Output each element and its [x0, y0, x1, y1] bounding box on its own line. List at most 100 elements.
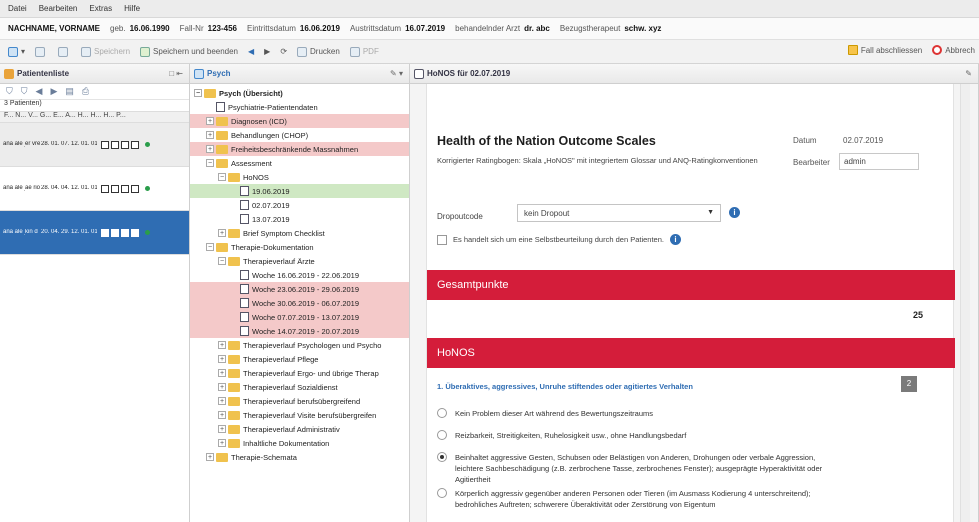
- next-icon[interactable]: ▶: [50, 86, 57, 97]
- answer-option[interactable]: Beinhaltet aggressive Gesten, Schubsen o…: [437, 452, 837, 485]
- dropout-label: Dropoutcode: [437, 212, 483, 221]
- tree-item[interactable]: + Therapieverlauf Administrativ: [190, 422, 409, 436]
- cancel-button[interactable]: Abbrech: [932, 45, 975, 55]
- expand-icon[interactable]: −: [206, 243, 214, 251]
- self-assessment-checkbox[interactable]: Es handelt sich um eine Selbstbeurteilun…: [437, 234, 681, 245]
- filter-clear-icon[interactable]: ⛉: [21, 86, 28, 97]
- menu-bar: Datei Bearbeiten Extras Hilfe: [0, 0, 979, 18]
- tree-item[interactable]: − Therapie-Dokumentation: [190, 240, 409, 254]
- section-total: Gesamtpunkte: [427, 270, 955, 300]
- expand-icon[interactable]: −: [218, 257, 226, 265]
- expand-icon[interactable]: +: [218, 397, 226, 405]
- tree-item[interactable]: + Freiheitsbeschränkende Massnahmen: [190, 142, 409, 156]
- tree-settings-icon[interactable]: ✎ ▾: [390, 69, 403, 78]
- menu-extras[interactable]: Extras: [89, 4, 112, 13]
- expand-icon[interactable]: +: [218, 411, 226, 419]
- tree-item[interactable]: + Therapieverlauf Sozialdienst: [190, 380, 409, 394]
- print-button[interactable]: Drucken: [297, 46, 340, 57]
- radio-button[interactable]: [437, 452, 447, 462]
- expand-icon[interactable]: −: [206, 159, 214, 167]
- tree-item[interactable]: + Diagnosen (ICD): [190, 114, 409, 128]
- radio-button[interactable]: [437, 408, 447, 418]
- status-dot-icon: [145, 186, 150, 191]
- expand-icon[interactable]: +: [218, 355, 226, 363]
- tree-item[interactable]: Woche 16.06.2019 - 22.06.2019: [190, 268, 409, 282]
- tree-item[interactable]: + Therapieverlauf Visite berufsübergreife…: [190, 408, 409, 422]
- forward-button[interactable]: ▶: [264, 47, 270, 56]
- expand-icon[interactable]: +: [218, 341, 226, 349]
- patient-cell: ae rio r: [25, 185, 41, 191]
- tree-item[interactable]: Woche 23.06.2019 - 29.06.2019: [190, 282, 409, 296]
- edit-icon[interactable]: ✎: [965, 69, 972, 78]
- tree-item[interactable]: + Therapieverlauf berufsübergreifend: [190, 394, 409, 408]
- patient-row[interactable]: ana ale _T4 for RPS mul r_1 areer vre ch…: [0, 123, 189, 167]
- close-case-button[interactable]: Fall abschliessen: [847, 45, 922, 55]
- info-icon[interactable]: i: [669, 234, 681, 245]
- tree-item[interactable]: − HoNOS: [190, 170, 409, 184]
- filter-icon[interactable]: ⛉: [6, 86, 13, 97]
- expand-icon[interactable]: +: [218, 383, 226, 391]
- tree-item-label: Therapieverlauf Visite berufsübergreifen: [243, 410, 377, 420]
- tree-item[interactable]: + Therapieverlauf Pflege: [190, 352, 409, 366]
- tree-item[interactable]: + Therapieverlauf Ergo- und übrige Therap: [190, 366, 409, 380]
- answer-option[interactable]: Reizbarkeit, Streitigkeiten, Ruhelosigke…: [437, 430, 837, 441]
- expand-icon[interactable]: −: [218, 173, 226, 181]
- tree-item[interactable]: Psychiatrie-Patientendaten: [190, 100, 409, 114]
- folder-icon: [216, 130, 228, 140]
- tree-item[interactable]: + Therapie-Schemata: [190, 450, 409, 464]
- tree-item-label: Assessment: [231, 158, 272, 168]
- radio-button[interactable]: [437, 488, 447, 498]
- tree-item[interactable]: + Brief Symptom Checklist: [190, 226, 409, 240]
- cancel-icon: [932, 45, 943, 55]
- answer-option[interactable]: Körperlich aggressiv gegenüber anderen P…: [437, 488, 837, 510]
- prev-icon[interactable]: ◀: [36, 86, 43, 97]
- save-close-button[interactable]: Speichern und beenden: [140, 46, 238, 57]
- tree-item[interactable]: + Inhaltliche Dokumentation: [190, 436, 409, 450]
- back-button[interactable]: ◀: [248, 47, 254, 56]
- copy-button[interactable]: [58, 46, 71, 57]
- tree-item[interactable]: 19.06.2019: [190, 184, 409, 198]
- tree-item[interactable]: + Therapieverlauf Psychologen und Psycho: [190, 338, 409, 352]
- menu-hilfe[interactable]: Hilfe: [124, 4, 140, 13]
- info-icon[interactable]: i: [729, 207, 740, 218]
- panel-toggle-icon[interactable]: □ ⇤: [169, 69, 183, 78]
- tree-item[interactable]: + Behandlungen (CHOP): [190, 128, 409, 142]
- tree-item[interactable]: Woche 07.07.2019 - 13.07.2019: [190, 310, 409, 324]
- new-doc-button[interactable]: [35, 46, 48, 57]
- tree-item[interactable]: Woche 14.07.2019 - 20.07.2019: [190, 324, 409, 338]
- tree-item[interactable]: − Psych (Übersicht): [190, 86, 409, 100]
- checkbox-box[interactable]: [437, 234, 447, 245]
- tree-item[interactable]: 13.07.2019: [190, 212, 409, 226]
- patient-cell: kin d: [25, 229, 38, 235]
- refresh-button[interactable]: ⟳: [280, 47, 287, 56]
- tree-item[interactable]: − Assessment: [190, 156, 409, 170]
- tree-item[interactable]: − Therapieverlauf Ärzte: [190, 254, 409, 268]
- expand-icon[interactable]: +: [218, 229, 226, 237]
- expand-icon[interactable]: +: [206, 145, 214, 153]
- scrollbar[interactable]: [960, 84, 970, 522]
- menu-datei[interactable]: Datei: [8, 4, 27, 13]
- pdf-button[interactable]: PDF: [349, 46, 379, 57]
- expand-icon[interactable]: +: [206, 131, 214, 139]
- tree-item-label: HoNOS: [243, 172, 269, 182]
- answer-option[interactable]: Kein Problem dieser Art während des Bewe…: [437, 408, 837, 419]
- patient-row[interactable]: ana ale _T4 for RPS mul r_3 arekin d20. …: [0, 211, 189, 255]
- menu-bearbeiten[interactable]: Bearbeiten: [39, 4, 78, 13]
- dropout-select[interactable]: kein Dropout ▼: [517, 204, 721, 222]
- patient-row[interactable]: ana ale _T4 for RPS mul r_2 areae rio r2…: [0, 167, 189, 211]
- expand-icon[interactable]: +: [206, 453, 214, 461]
- expand-icon[interactable]: +: [206, 117, 214, 125]
- radio-button[interactable]: [437, 430, 447, 440]
- expand-icon[interactable]: +: [218, 439, 226, 447]
- add-button[interactable]: ▾: [8, 46, 25, 57]
- list-doc-icon[interactable]: ▤: [65, 86, 74, 97]
- expand-icon[interactable]: +: [218, 425, 226, 433]
- tree-item[interactable]: Woche 30.06.2019 - 06.07.2019: [190, 296, 409, 310]
- save-button[interactable]: Speichern: [81, 46, 130, 57]
- expand-icon[interactable]: −: [194, 89, 202, 97]
- tree-item[interactable]: 02.07.2019: [190, 198, 409, 212]
- expand-icon[interactable]: +: [218, 369, 226, 377]
- list-print-icon[interactable]: ⎙: [82, 86, 89, 97]
- user-input[interactable]: [839, 153, 919, 170]
- discharge-label: Austrittsdatum: [349, 24, 402, 33]
